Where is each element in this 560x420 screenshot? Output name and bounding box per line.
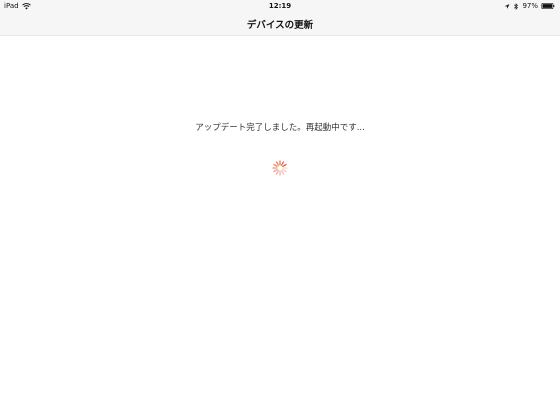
location-icon bbox=[505, 3, 510, 9]
nav-title: デバイスの更新 bbox=[246, 20, 314, 31]
spinner-tick bbox=[275, 161, 280, 166]
spinner-tick bbox=[282, 168, 287, 173]
update-status-message: アップデート完了しました。再起動中です... bbox=[195, 123, 365, 133]
spinner-tick bbox=[275, 170, 280, 175]
spinner-tick bbox=[273, 168, 278, 173]
spinner-tick bbox=[280, 161, 285, 166]
status-bar: iPad 12:19 97% bbox=[0, 0, 560, 12]
status-right: 97% bbox=[504, 0, 555, 12]
battery-percent: 97% bbox=[522, 2, 538, 10]
spinner-tick bbox=[282, 163, 287, 168]
spinner-tick bbox=[280, 170, 285, 175]
loading-spinner-icon bbox=[272, 160, 288, 176]
nav-bar: デバイスの更新 bbox=[0, 12, 560, 36]
battery-icon bbox=[541, 3, 555, 9]
bluetooth-icon bbox=[514, 2, 519, 10]
status-time: 12:19 bbox=[268, 2, 292, 10]
spinner-tick bbox=[273, 163, 278, 168]
